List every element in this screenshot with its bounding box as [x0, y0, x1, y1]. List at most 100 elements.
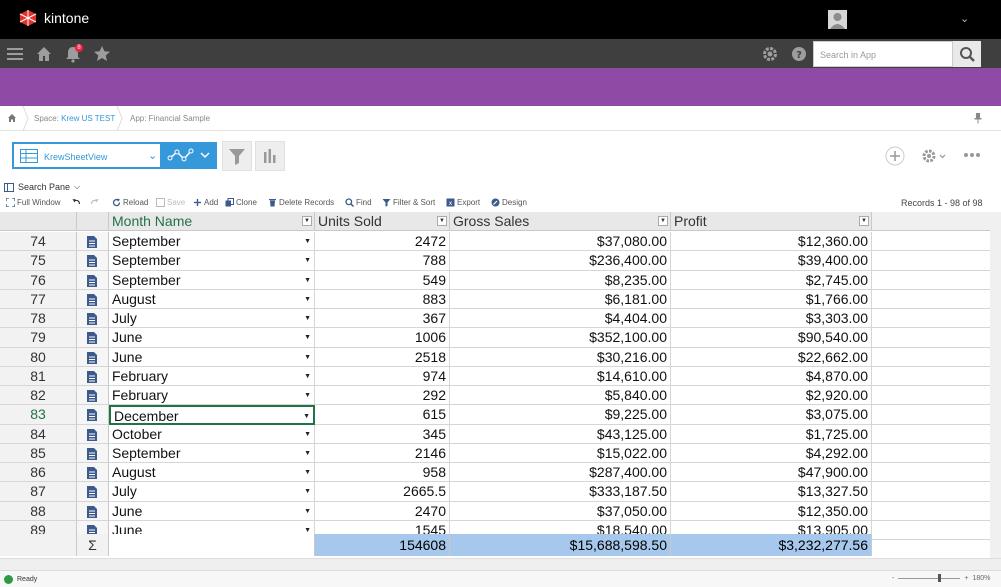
cell-dropdown-icon[interactable]: ▼: [304, 444, 311, 462]
profit-cell[interactable]: $47,900.00: [671, 463, 872, 483]
cell-dropdown-icon[interactable]: ▼: [304, 367, 311, 385]
column-header-month-name[interactable]: Month Name ▼: [109, 212, 315, 231]
pin-icon[interactable]: [973, 111, 983, 124]
row-number[interactable]: 79: [0, 328, 77, 348]
open-record-button[interactable]: [77, 424, 109, 444]
column-filter-dropdown-icon[interactable]: ▼: [658, 216, 668, 226]
find-button[interactable]: Find: [345, 198, 372, 208]
vertical-scrollbar[interactable]: [990, 212, 1001, 558]
row-number[interactable]: 84: [0, 424, 77, 444]
gross-sales-cell[interactable]: $37,050.00: [450, 501, 671, 521]
home-icon[interactable]: [34, 44, 54, 64]
open-record-button[interactable]: [77, 366, 109, 386]
space-link[interactable]: Krew US TEST: [61, 114, 115, 123]
user-menu-chevron-icon[interactable]: ⌄: [960, 12, 969, 25]
open-record-button[interactable]: [77, 463, 109, 483]
search-pane-toggle[interactable]: Search Pane ⌵: [4, 182, 80, 192]
month-name-cell[interactable]: August ▼: [109, 463, 315, 483]
row-number[interactable]: 76: [0, 270, 77, 290]
month-name-cell[interactable]: September ▼: [109, 443, 315, 463]
zoom-slider[interactable]: [898, 574, 961, 582]
month-name-cell[interactable]: September ▼: [109, 232, 315, 252]
profit-cell[interactable]: $22,662.00: [671, 347, 872, 367]
open-record-button[interactable]: [77, 270, 109, 290]
column-header-units-sold[interactable]: Units Sold ▼: [315, 212, 450, 231]
design-button[interactable]: Design: [491, 198, 527, 207]
add-button[interactable]: Add: [193, 198, 218, 207]
cell-dropdown-icon[interactable]: ▼: [304, 271, 311, 289]
open-record-button[interactable]: [77, 443, 109, 463]
search-button[interactable]: [953, 41, 981, 67]
cell-dropdown-icon[interactable]: ▼: [303, 407, 310, 422]
open-record-button[interactable]: [77, 482, 109, 502]
row-number[interactable]: 86: [0, 463, 77, 483]
zoom-out-button[interactable]: -: [892, 575, 894, 582]
month-name-cell[interactable]: February ▼: [109, 366, 315, 386]
units-sold-cell[interactable]: 2470: [315, 501, 450, 521]
cell-dropdown-icon[interactable]: ▼: [304, 463, 311, 481]
app-settings-button[interactable]: [920, 147, 948, 165]
month-name-cell[interactable]: August ▼: [109, 289, 315, 309]
units-sold-cell[interactable]: 2665.5: [315, 482, 450, 502]
column-filter-dropdown-icon[interactable]: ▼: [302, 216, 312, 226]
help-icon[interactable]: ?: [789, 44, 809, 64]
units-sold-cell[interactable]: 974: [315, 366, 450, 386]
gross-sales-cell[interactable]: $8,235.00: [450, 270, 671, 290]
units-sold-cell[interactable]: 367: [315, 309, 450, 329]
gross-sales-cell[interactable]: $14,610.00: [450, 366, 671, 386]
cell-dropdown-icon[interactable]: ▼: [304, 482, 311, 500]
units-sold-cell[interactable]: 883: [315, 289, 450, 309]
cell-dropdown-icon[interactable]: ▼: [304, 425, 311, 443]
user-avatar[interactable]: [828, 10, 847, 29]
row-number[interactable]: 77: [0, 289, 77, 309]
month-name-cell[interactable]: July ▼: [109, 482, 315, 502]
column-header-profit[interactable]: Profit ▼: [671, 212, 872, 231]
month-name-cell[interactable]: September ▼: [109, 270, 315, 290]
units-sold-cell[interactable]: 788: [315, 251, 450, 271]
gross-sales-cell[interactable]: $4,404.00: [450, 309, 671, 329]
view-selector[interactable]: KrewSheetView ⌄: [12, 142, 162, 169]
gross-sales-cell[interactable]: $30,216.00: [450, 347, 671, 367]
profit-cell[interactable]: $2,745.00: [671, 270, 872, 290]
profit-cell[interactable]: $1,766.00: [671, 289, 872, 309]
units-sold-cell[interactable]: 345: [315, 424, 450, 444]
row-number[interactable]: 75: [0, 251, 77, 271]
open-record-button[interactable]: [77, 501, 109, 521]
units-sold-cell[interactable]: 2518: [315, 347, 450, 367]
units-sold-cell[interactable]: 615: [315, 405, 450, 425]
gross-sales-cell[interactable]: $287,400.00: [450, 463, 671, 483]
app-search-input[interactable]: Search in App: [813, 41, 953, 67]
month-name-cell[interactable]: December ▼: [109, 405, 315, 425]
favorites-star-icon[interactable]: [92, 44, 112, 64]
horizontal-scrollbar[interactable]: [0, 558, 1001, 570]
cell-dropdown-icon[interactable]: ▼: [304, 386, 311, 404]
cell-dropdown-icon[interactable]: ▼: [304, 251, 311, 269]
column-filter-dropdown-icon[interactable]: ▼: [859, 216, 869, 226]
units-sold-cell[interactable]: 292: [315, 386, 450, 406]
month-name-cell[interactable]: September ▼: [109, 251, 315, 271]
row-number[interactable]: 82: [0, 386, 77, 406]
open-record-button[interactable]: [77, 289, 109, 309]
profit-cell[interactable]: $4,292.00: [671, 443, 872, 463]
full-window-button[interactable]: Full Window: [5, 197, 61, 208]
cell-dropdown-icon[interactable]: ▼: [304, 502, 311, 520]
gross-sales-cell[interactable]: $15,022.00: [450, 443, 671, 463]
gross-sales-cell[interactable]: $6,181.00: [450, 289, 671, 309]
corner-header[interactable]: [0, 212, 77, 231]
units-sold-cell[interactable]: 549: [315, 270, 450, 290]
open-record-button[interactable]: [77, 328, 109, 348]
row-number[interactable]: 74: [0, 232, 77, 252]
delete-records-button[interactable]: Delete Records: [268, 198, 334, 207]
row-number[interactable]: 81: [0, 366, 77, 386]
gross-sales-cell[interactable]: $333,187.50: [450, 482, 671, 502]
redo-button[interactable]: [90, 198, 99, 207]
open-record-button[interactable]: [77, 347, 109, 367]
cell-dropdown-icon[interactable]: ▼: [304, 348, 311, 366]
graph-view-button[interactable]: [162, 142, 217, 169]
row-number[interactable]: 85: [0, 443, 77, 463]
month-name-cell[interactable]: February ▼: [109, 386, 315, 406]
cell-dropdown-icon[interactable]: ▼: [304, 309, 311, 327]
filter-button[interactable]: [222, 141, 252, 171]
breadcrumb-home-icon[interactable]: [7, 113, 17, 123]
row-number[interactable]: 80: [0, 347, 77, 367]
